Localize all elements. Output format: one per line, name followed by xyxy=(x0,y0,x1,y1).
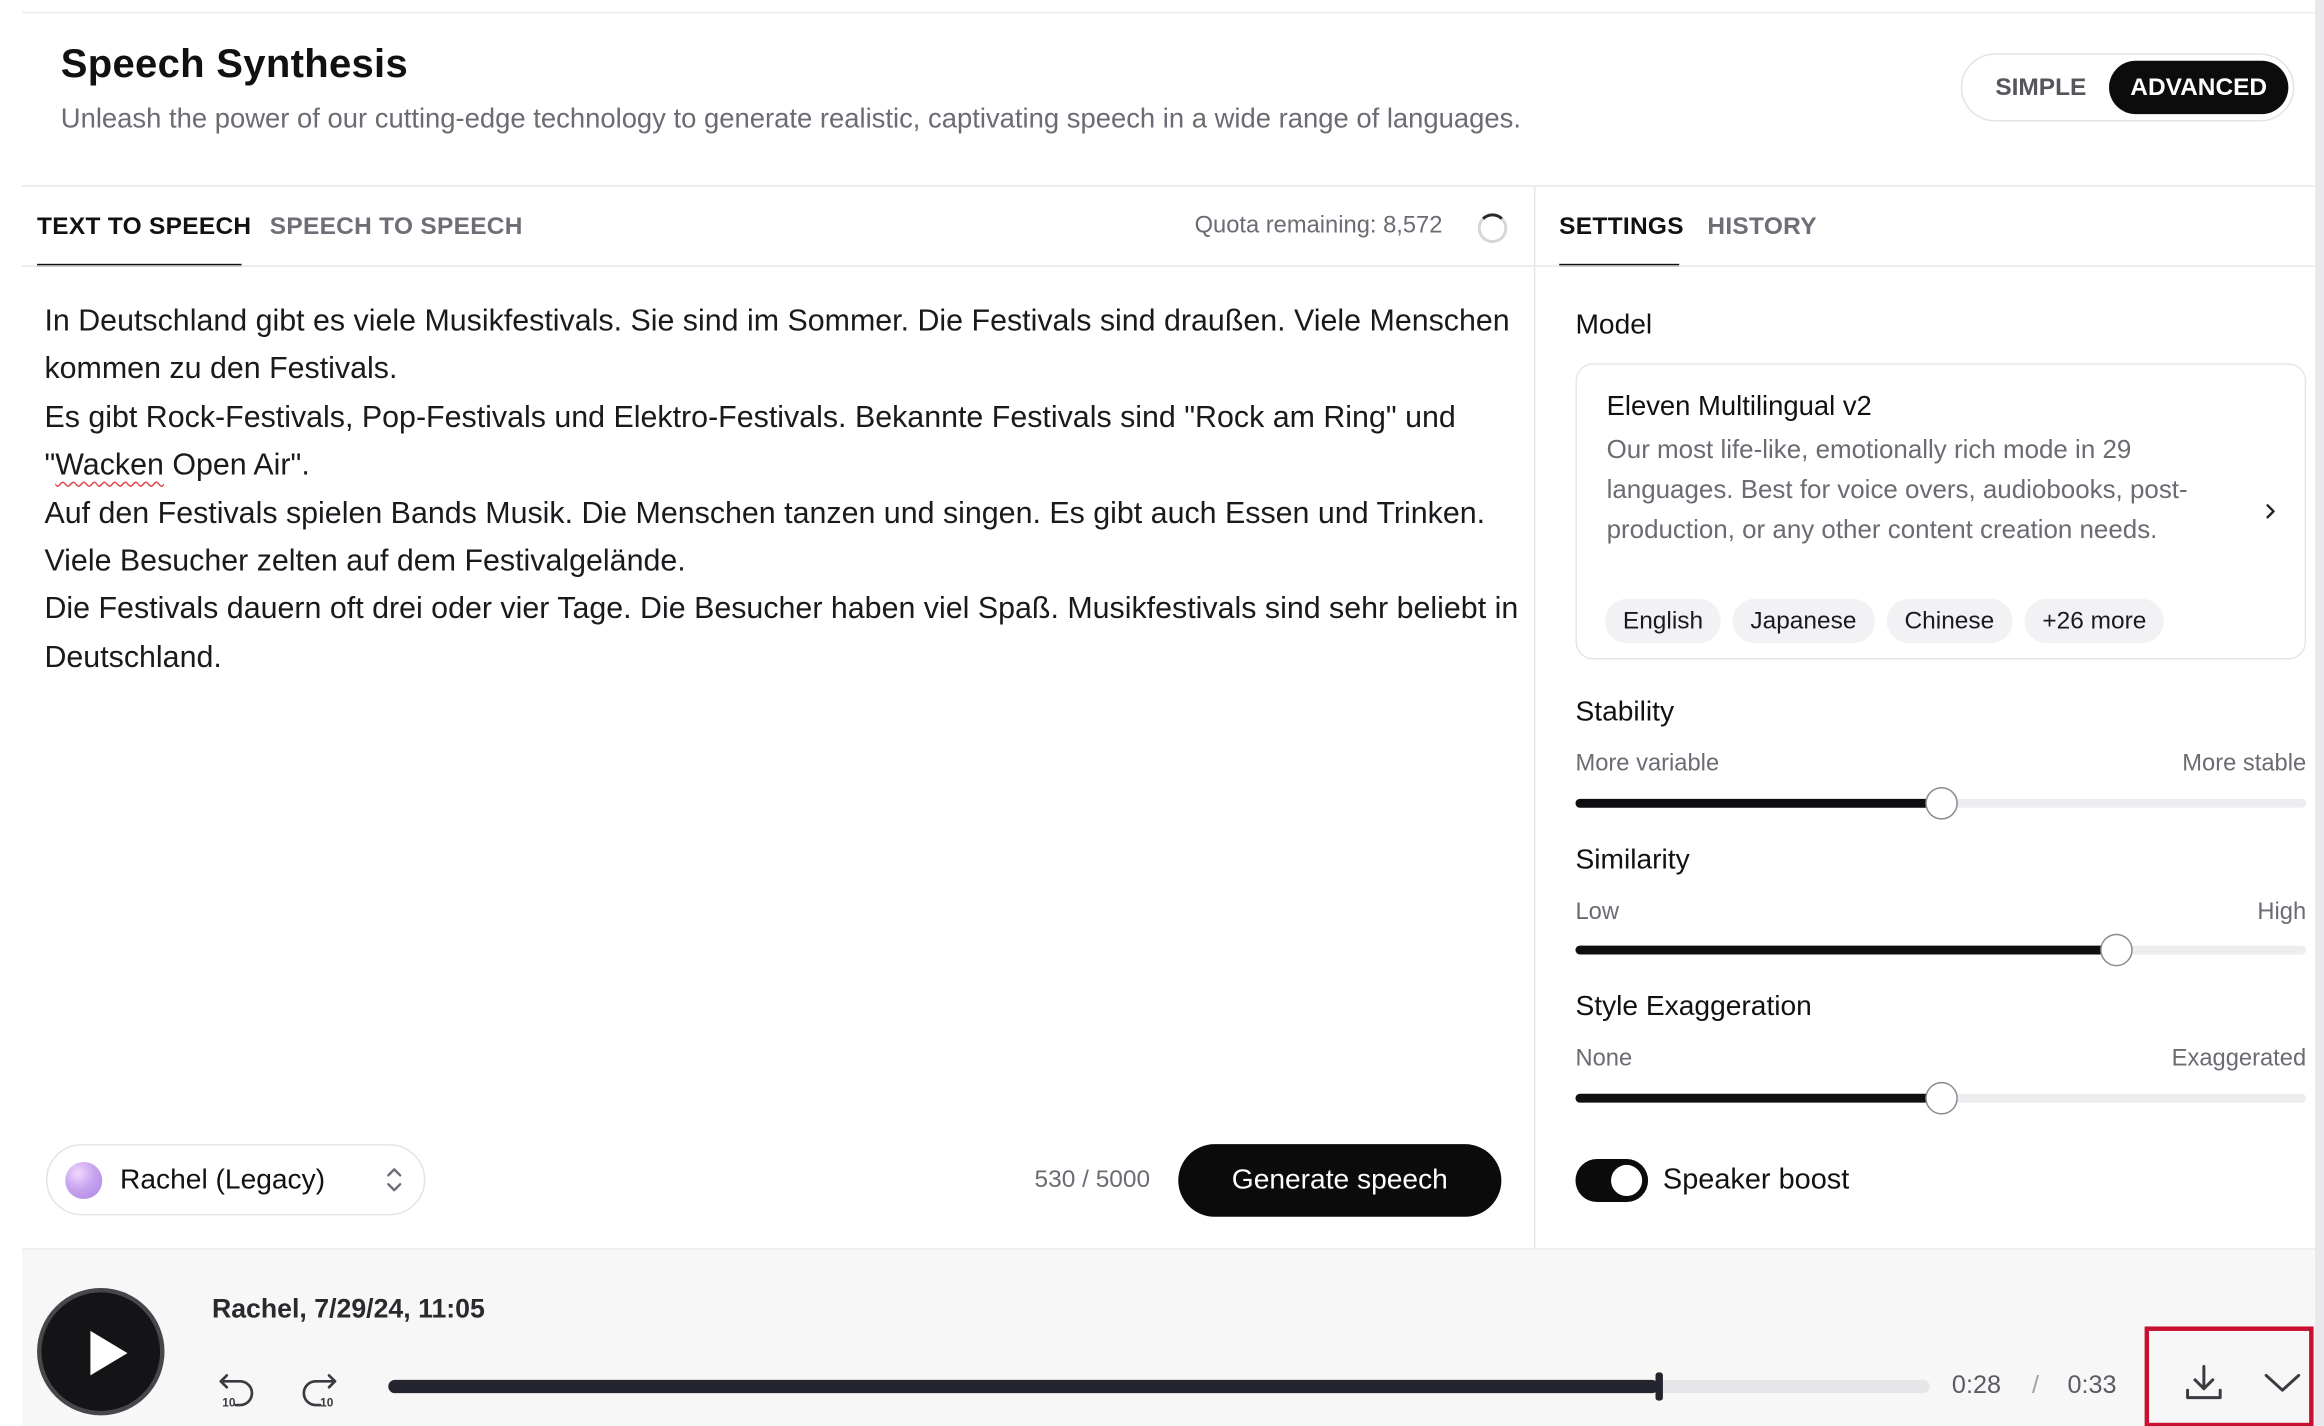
stability-slider-fill xyxy=(1575,798,1941,808)
tab-divider xyxy=(22,265,1534,267)
time-separator: / xyxy=(2031,1370,2039,1400)
stability-min-label: More variable xyxy=(1575,751,1720,777)
language-chip: English xyxy=(1605,598,1721,644)
quota-remaining: Quota remaining: 8,572 xyxy=(1194,213,1443,239)
similarity-label: Similarity xyxy=(1575,844,1690,876)
player-track-title: Rachel, 7/29/24, 11:05 xyxy=(211,1293,485,1324)
speaker-boost-toggle[interactable] xyxy=(1575,1159,1649,1202)
style-slider-thumb[interactable] xyxy=(1924,1081,1958,1115)
voice-name: Rachel (Legacy) xyxy=(120,1164,326,1197)
style-min-label: None xyxy=(1575,1046,1633,1072)
style-exaggeration-slider[interactable] xyxy=(1575,1081,2307,1115)
panel-divider xyxy=(1533,186,1536,1248)
up-down-chevron-icon xyxy=(387,1168,402,1192)
stability-slider-thumb[interactable] xyxy=(1924,786,1958,820)
forward-10-icon[interactable]: 10 xyxy=(298,1366,339,1408)
similarity-max-label: High xyxy=(2257,899,2307,925)
generate-speech-button[interactable]: Generate speech xyxy=(1178,1144,1502,1217)
duration: 0:33 xyxy=(2067,1370,2117,1400)
tab-history[interactable]: HISTORY xyxy=(1707,213,1816,241)
simple-mode-button[interactable]: SIMPLE xyxy=(1971,61,2110,114)
tab-speech-to-speech[interactable]: SPEECH TO SPEECH xyxy=(270,213,523,241)
spellcheck-word: Wacken xyxy=(55,447,164,483)
stability-slider[interactable] xyxy=(1575,786,2307,820)
toggle-knob xyxy=(1611,1164,1643,1197)
play-icon xyxy=(90,1330,128,1376)
rewind-10-icon[interactable]: 10 xyxy=(216,1366,257,1408)
app-window: Speech Synthesis Unleash the power of ou… xyxy=(0,0,2324,1426)
page-title: Speech Synthesis xyxy=(60,41,409,86)
text-segment: Open Air". Auf den Festivals spielen Ban… xyxy=(44,447,1519,675)
character-count: 530 / 5000 xyxy=(1034,1166,1151,1194)
similarity-slider-thumb[interactable] xyxy=(2099,933,2133,967)
advanced-mode-button[interactable]: ADVANCED xyxy=(2109,60,2289,115)
model-card[interactable]: Eleven Multilingual v2 Our most life-lik… xyxy=(1575,363,2307,660)
similarity-slider[interactable] xyxy=(1575,933,2307,967)
playback-progress-bar[interactable] xyxy=(388,1372,1930,1401)
speaker-boost-label: Speaker boost xyxy=(1662,1163,1850,1197)
style-exaggeration-label: Style Exaggeration xyxy=(1575,991,1812,1023)
style-max-label: Exaggerated xyxy=(2171,1046,2307,1072)
page-subtitle: Unleash the power of our cutting-edge te… xyxy=(60,102,1522,134)
text-input-area[interactable]: In Deutschland gibt es viele Musikfestiv… xyxy=(44,298,1519,682)
quota-spinner-icon xyxy=(1477,213,1508,244)
model-description: Our most life-like, emotionally rich mod… xyxy=(1606,434,2188,544)
playback-scrubber[interactable] xyxy=(1655,1372,1663,1401)
voice-selector[interactable]: Rachel (Legacy) xyxy=(45,1144,426,1216)
similarity-slider-fill xyxy=(1575,945,2117,955)
download-icon[interactable] xyxy=(2182,1361,2226,1405)
stability-label: Stability xyxy=(1575,696,1675,728)
style-slider-fill xyxy=(1575,1093,1941,1103)
mode-toggle: SIMPLE ADVANCED xyxy=(1960,53,2295,122)
model-name: Eleven Multilingual v2 xyxy=(1606,389,1872,421)
playback-progress-fill xyxy=(388,1379,1659,1394)
similarity-min-label: Low xyxy=(1575,899,1619,925)
window-scrollbar[interactable] xyxy=(2315,0,2324,1426)
stability-max-label: More stable xyxy=(2182,751,2307,777)
voice-avatar xyxy=(65,1161,103,1200)
current-time: 0:28 xyxy=(1951,1370,2001,1400)
tab-divider xyxy=(1535,265,2316,267)
language-chip: Chinese xyxy=(1886,598,2013,644)
svg-text:10: 10 xyxy=(222,1396,236,1408)
play-button[interactable] xyxy=(37,1287,165,1416)
model-section-label: Model xyxy=(1575,309,1653,341)
top-divider xyxy=(22,11,2320,14)
language-chip: Japanese xyxy=(1732,598,1875,644)
svg-text:10: 10 xyxy=(320,1396,334,1408)
tab-settings[interactable]: SETTINGS xyxy=(1559,213,1684,241)
chevron-down-icon[interactable] xyxy=(2262,1366,2303,1399)
language-chip: +26 more xyxy=(2024,598,2165,644)
tab-text-to-speech[interactable]: TEXT TO SPEECH xyxy=(37,213,251,241)
chevron-right-icon xyxy=(2266,504,2275,519)
header-divider xyxy=(22,185,2316,187)
